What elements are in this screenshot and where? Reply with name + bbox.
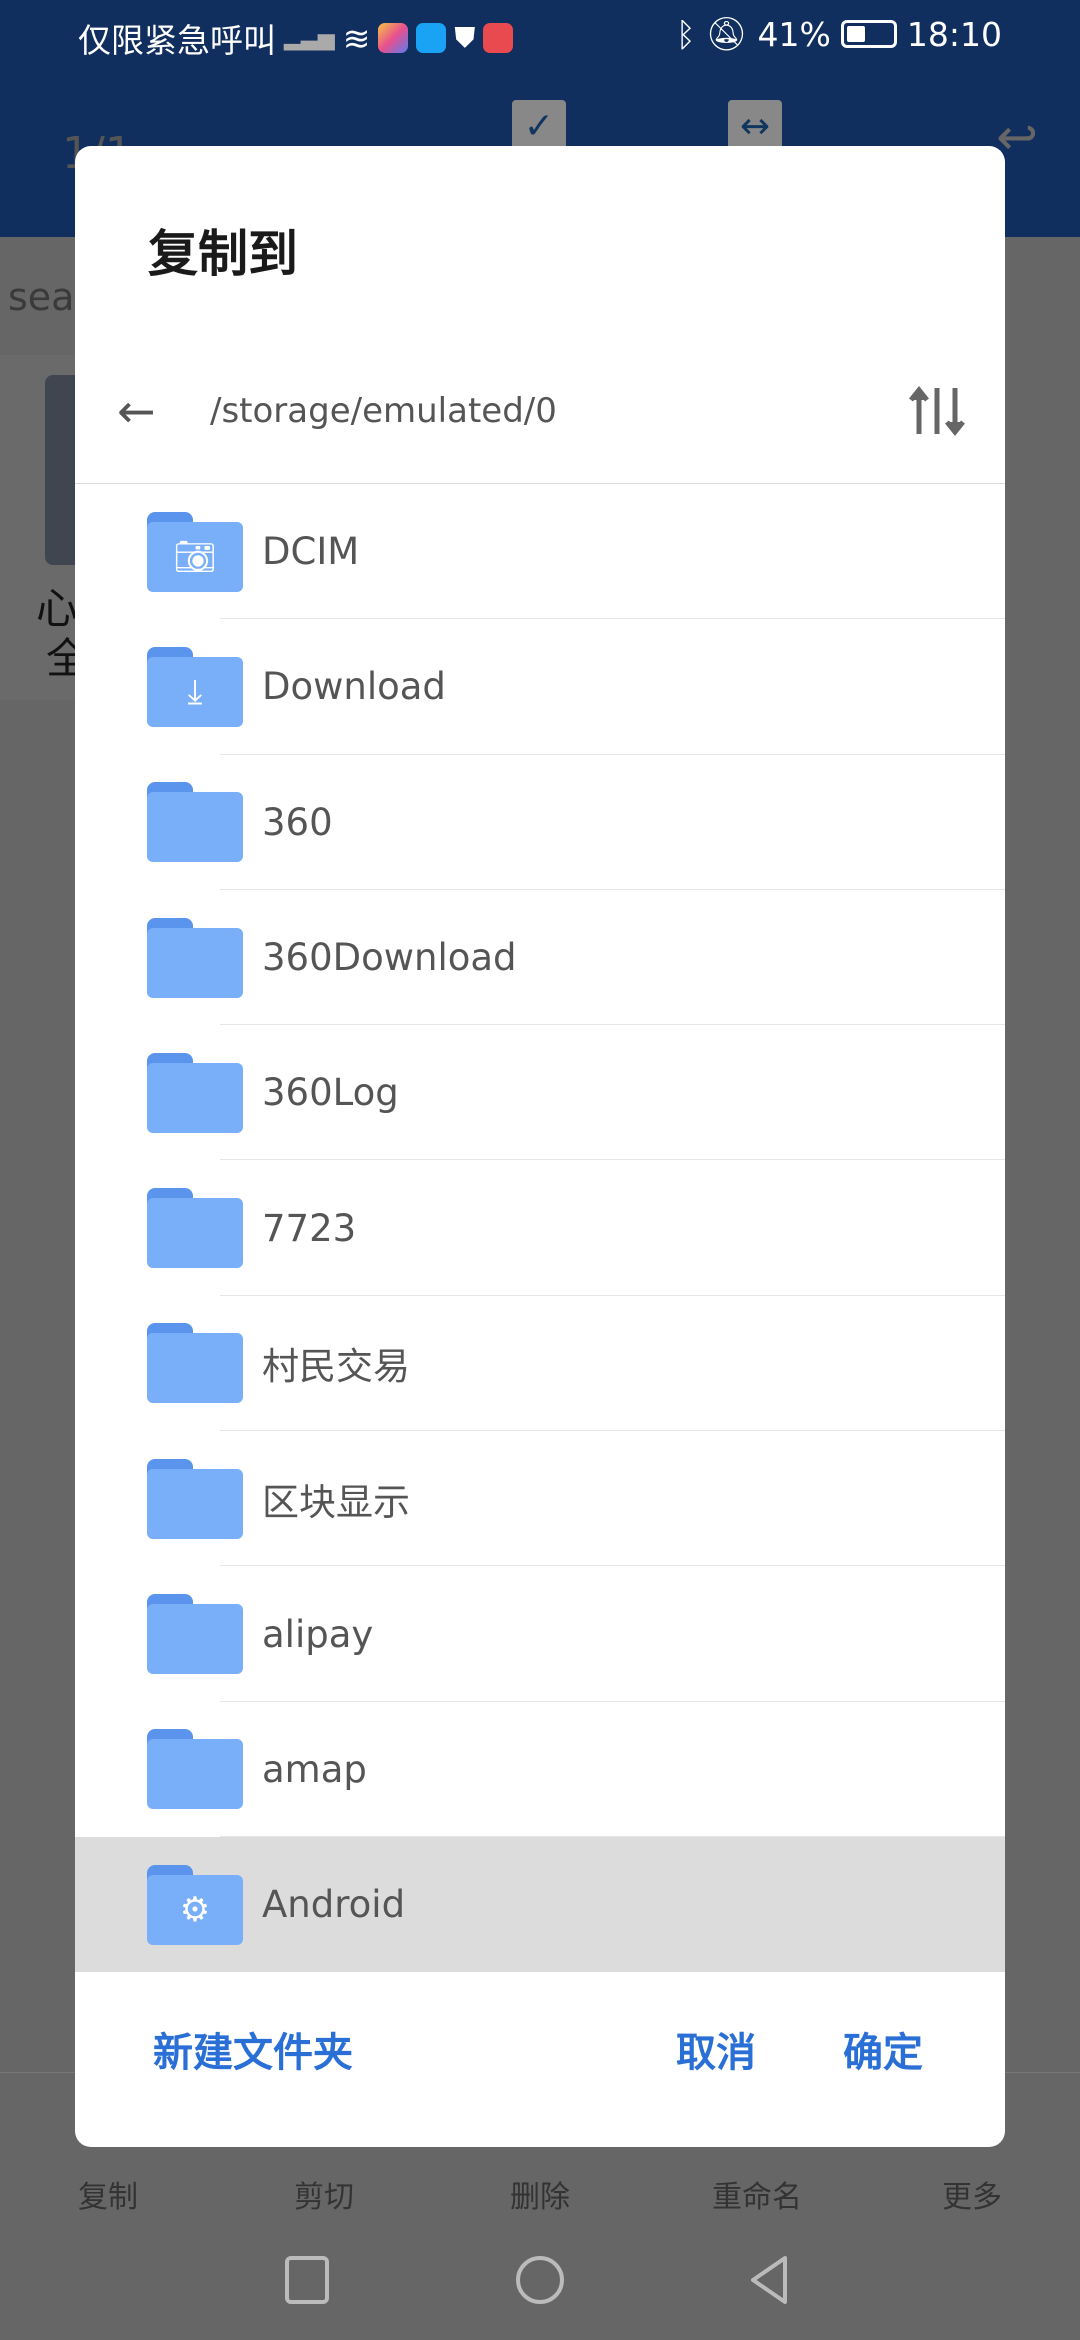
folder-icon bbox=[147, 1458, 243, 1539]
folder-plain-icon bbox=[147, 1739, 243, 1809]
folder-row[interactable]: ⚙ Android bbox=[75, 1836, 1005, 1973]
folder-name: 360Download bbox=[262, 936, 517, 980]
battery-icon bbox=[840, 20, 897, 48]
cancel-button[interactable]: 取消 bbox=[676, 2020, 756, 2078]
dialog-title: 复制到 bbox=[148, 225, 298, 283]
folder-row[interactable]: 📷︎ DCIM bbox=[75, 484, 1005, 620]
toolbar-cut[interactable]: 剪切 bbox=[294, 2172, 354, 2216]
folder-row[interactable]: 7723 bbox=[75, 1160, 1005, 1296]
folder-name: Android bbox=[262, 1883, 406, 1927]
wifi-icon: ≋ bbox=[342, 18, 371, 58]
folder-row[interactable]: 360 bbox=[75, 755, 1005, 890]
app-icon-colorful bbox=[378, 23, 409, 53]
folder-list: 📷︎ DCIM ⤓ Download 360 360Download 360Log 7723 村… bbox=[75, 484, 1005, 1973]
dialog-buttons: 新建文件夹 取消 确定 bbox=[75, 1970, 1005, 2147]
toolbar-rename[interactable]: 重命名 bbox=[712, 2172, 802, 2216]
book-app-icon bbox=[483, 23, 514, 53]
toolbar-delete[interactable]: 删除 bbox=[510, 2172, 570, 2216]
home-button[interactable] bbox=[515, 2255, 565, 2305]
signal-icon: ▂▃▅ bbox=[284, 25, 335, 51]
folder-name: 区块显示 bbox=[262, 1480, 410, 1524]
folder-name: 360Log bbox=[262, 1071, 399, 1115]
folder-icon bbox=[147, 1729, 243, 1810]
folder-name: 360 bbox=[262, 800, 333, 844]
carrier-text: 仅限紧急呼叫 bbox=[78, 21, 276, 60]
current-path: /storage/emulated/0 bbox=[210, 391, 557, 431]
folder-name: alipay bbox=[262, 1612, 374, 1656]
folder-plain-icon bbox=[147, 792, 243, 862]
recent-apps-button[interactable] bbox=[283, 2255, 333, 2305]
folder-plain-icon bbox=[147, 1604, 243, 1674]
download-icon: ⤓ bbox=[187, 671, 203, 712]
folder-name: 7723 bbox=[262, 1206, 357, 1250]
toolbar-more[interactable]: 更多 bbox=[942, 2172, 1002, 2216]
folder-icon bbox=[147, 1594, 243, 1675]
folder-name: Download bbox=[262, 665, 446, 709]
folder-icon: ⤓ bbox=[147, 646, 243, 727]
folder-plain-icon bbox=[147, 1333, 243, 1403]
folder-icon: ⚙ bbox=[147, 1864, 243, 1945]
bell-muted-icon: 🔕︎ bbox=[705, 14, 748, 53]
new-folder-button[interactable]: 新建文件夹 bbox=[153, 2020, 353, 2078]
folder-row[interactable]: alipay bbox=[75, 1566, 1005, 1702]
folder-row[interactable]: 村民交易 bbox=[75, 1296, 1005, 1432]
toolbar-copy[interactable]: 复制 bbox=[78, 2172, 138, 2216]
search-app-icon bbox=[416, 23, 447, 53]
folder-row[interactable]: 区块显示 bbox=[75, 1431, 1005, 1567]
back-button[interactable] bbox=[745, 2255, 795, 2305]
folder-row[interactable]: 360Download bbox=[75, 890, 1005, 1026]
folder-icon: 📷︎ bbox=[147, 511, 243, 592]
folder-icon bbox=[147, 1052, 243, 1133]
folder-row[interactable]: 360Log bbox=[75, 1025, 1005, 1161]
camera-icon: 📷︎ bbox=[173, 536, 217, 577]
folder-name: DCIM bbox=[262, 530, 360, 574]
folder-plain-icon bbox=[147, 1469, 243, 1539]
folder-row[interactable]: amap bbox=[75, 1702, 1005, 1837]
clock: 18:10 bbox=[906, 14, 1002, 54]
gear-icon: ⚙ bbox=[179, 1889, 211, 1930]
folder-plain-icon bbox=[147, 1063, 243, 1133]
copy-to-dialog: 复制到 ← /storage/emulated/0 📷︎ DCIM ⤓ Downloa… bbox=[75, 146, 1005, 2147]
sort-icon[interactable] bbox=[907, 384, 967, 438]
folder-name: 村民交易 bbox=[262, 1345, 410, 1389]
folder-plain-icon bbox=[147, 928, 243, 998]
folder-row[interactable]: ⤓ Download bbox=[75, 619, 1005, 755]
bluetooth-icon: ᛒ bbox=[675, 14, 696, 54]
folder-plain-icon bbox=[147, 1198, 243, 1268]
folder-icon bbox=[147, 1323, 243, 1404]
battery-percent: 41% bbox=[757, 14, 831, 54]
confirm-button[interactable]: 确定 bbox=[843, 2020, 923, 2078]
folder-icon bbox=[147, 1188, 243, 1269]
folder-name: amap bbox=[262, 1747, 367, 1791]
folder-icon bbox=[147, 917, 243, 998]
folder-icon bbox=[147, 782, 243, 863]
shield-icon: ⛊ bbox=[454, 21, 476, 54]
back-arrow-icon[interactable]: ← bbox=[117, 384, 156, 438]
